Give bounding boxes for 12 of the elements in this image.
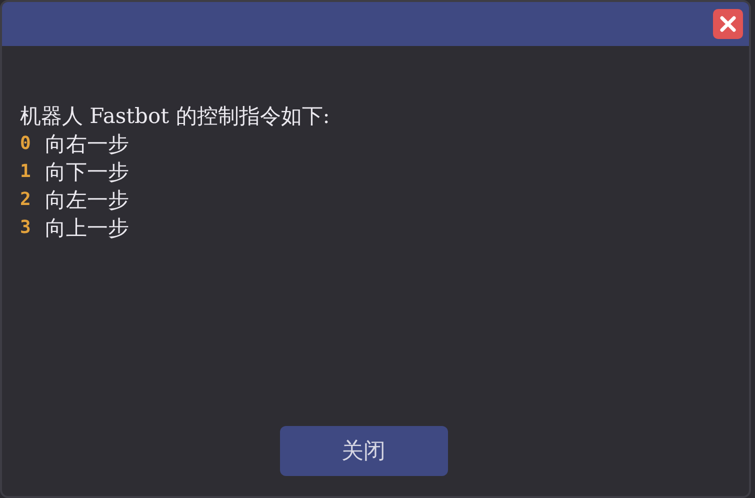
command-key: 0: [20, 130, 31, 158]
command-key: 2: [20, 186, 31, 214]
command-action: 向下一步: [44, 159, 129, 186]
command-key: 1: [20, 158, 31, 186]
command-action: 向左一步: [44, 187, 129, 214]
close-dialog-button[interactable]: 关闭: [280, 426, 448, 476]
close-button[interactable]: [713, 9, 743, 39]
message-text: 机器人 Fastbot 的控制指令如下:: [20, 103, 331, 130]
command-key: 3: [20, 214, 31, 242]
close-icon: [718, 14, 738, 34]
command-action: 向右一步: [44, 131, 129, 158]
command-action: 向上一步: [44, 215, 129, 242]
